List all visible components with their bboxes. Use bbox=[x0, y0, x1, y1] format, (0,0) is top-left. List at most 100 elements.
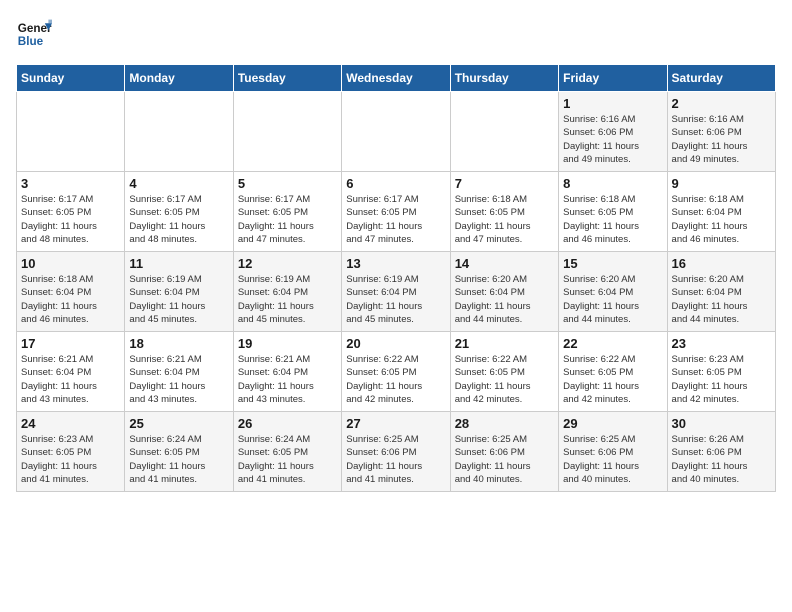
day-number: 7 bbox=[455, 176, 554, 191]
day-number: 26 bbox=[238, 416, 337, 431]
calendar-cell: 11 Sunrise: 6:19 AMSunset: 6:04 PMDayligh… bbox=[125, 252, 233, 332]
day-number: 22 bbox=[563, 336, 662, 351]
calendar-cell: 9 Sunrise: 6:18 AMSunset: 6:04 PMDaylight… bbox=[667, 172, 775, 252]
day-info: Sunrise: 6:16 AMSunset: 6:06 PMDaylight:… bbox=[672, 113, 771, 166]
calendar-cell bbox=[450, 92, 558, 172]
calendar-cell: 22 Sunrise: 6:22 AMSunset: 6:05 PMDayligh… bbox=[559, 332, 667, 412]
calendar-cell: 13Sunrise: 6:19 AMSunset: 6:04 PMDayligh… bbox=[342, 252, 450, 332]
weekday-header: Wednesday bbox=[342, 65, 450, 92]
day-info: Sunrise: 6:23 AMSunset: 6:05 PMDaylight:… bbox=[672, 353, 771, 406]
day-info: Sunrise: 6:20 AMSunset: 6:04 PMDaylight:… bbox=[455, 273, 554, 326]
calendar-cell: 2 Sunrise: 6:16 AMSunset: 6:06 PMDaylight… bbox=[667, 92, 775, 172]
calendar-cell: 28 Sunrise: 6:25 AMSunset: 6:06 PMDayligh… bbox=[450, 412, 558, 492]
logo: General Blue bbox=[16, 16, 52, 52]
day-number: 29 bbox=[563, 416, 662, 431]
weekday-header: Sunday bbox=[17, 65, 125, 92]
day-number: 21 bbox=[455, 336, 554, 351]
day-info: Sunrise: 6:22 AMSunset: 6:05 PMDaylight:… bbox=[563, 353, 662, 406]
day-info: Sunrise: 6:21 AMSunset: 6:04 PMDaylight:… bbox=[129, 353, 228, 406]
day-info: Sunrise: 6:25 AMSunset: 6:06 PMDaylight:… bbox=[563, 433, 662, 486]
weekday-header: Thursday bbox=[450, 65, 558, 92]
day-info: Sunrise: 6:17 AMSunset: 6:05 PMDaylight:… bbox=[21, 193, 120, 246]
day-number: 12 bbox=[238, 256, 337, 271]
day-number: 14 bbox=[455, 256, 554, 271]
day-number: 2 bbox=[672, 96, 771, 111]
calendar-cell: 3 Sunrise: 6:17 AMSunset: 6:05 PMDaylight… bbox=[17, 172, 125, 252]
day-info: Sunrise: 6:17 AMSunset: 6:05 PMDaylight:… bbox=[346, 193, 445, 246]
day-info: Sunrise: 6:20 AMSunset: 6:04 PMDaylight:… bbox=[563, 273, 662, 326]
day-info: Sunrise: 6:24 AMSunset: 6:05 PMDaylight:… bbox=[129, 433, 228, 486]
weekday-header: Friday bbox=[559, 65, 667, 92]
calendar-cell: 18 Sunrise: 6:21 AMSunset: 6:04 PMDayligh… bbox=[125, 332, 233, 412]
day-info: Sunrise: 6:21 AMSunset: 6:04 PMDaylight:… bbox=[21, 353, 120, 406]
calendar-cell bbox=[125, 92, 233, 172]
day-number: 16 bbox=[672, 256, 771, 271]
day-number: 1 bbox=[563, 96, 662, 111]
day-info: Sunrise: 6:25 AMSunset: 6:06 PMDaylight:… bbox=[346, 433, 445, 486]
day-number: 28 bbox=[455, 416, 554, 431]
day-info: Sunrise: 6:22 AMSunset: 6:05 PMDaylight:… bbox=[455, 353, 554, 406]
calendar-cell: 20Sunrise: 6:22 AMSunset: 6:05 PMDayligh… bbox=[342, 332, 450, 412]
calendar-cell: 23 Sunrise: 6:23 AMSunset: 6:05 PMDayligh… bbox=[667, 332, 775, 412]
calendar-cell: 15 Sunrise: 6:20 AMSunset: 6:04 PMDayligh… bbox=[559, 252, 667, 332]
day-number: 20 bbox=[346, 336, 445, 351]
day-number: 18 bbox=[129, 336, 228, 351]
weekday-header: Monday bbox=[125, 65, 233, 92]
day-number: 9 bbox=[672, 176, 771, 191]
day-info: Sunrise: 6:24 AMSunset: 6:05 PMDaylight:… bbox=[238, 433, 337, 486]
day-number: 17 bbox=[21, 336, 120, 351]
day-number: 13 bbox=[346, 256, 445, 271]
day-info: Sunrise: 6:17 AMSunset: 6:05 PMDaylight:… bbox=[129, 193, 228, 246]
day-info: Sunrise: 6:21 AMSunset: 6:04 PMDaylight:… bbox=[238, 353, 337, 406]
day-info: Sunrise: 6:20 AMSunset: 6:04 PMDaylight:… bbox=[672, 273, 771, 326]
day-number: 3 bbox=[21, 176, 120, 191]
calendar-cell: 6 Sunrise: 6:17 AMSunset: 6:05 PMDaylight… bbox=[342, 172, 450, 252]
calendar-cell: 30 Sunrise: 6:26 AMSunset: 6:06 PMDayligh… bbox=[667, 412, 775, 492]
calendar-cell: 4 Sunrise: 6:17 AMSunset: 6:05 PMDaylight… bbox=[125, 172, 233, 252]
day-info: Sunrise: 6:16 AMSunset: 6:06 PMDaylight:… bbox=[563, 113, 662, 166]
calendar-cell: 27 Sunrise: 6:25 AMSunset: 6:06 PMDayligh… bbox=[342, 412, 450, 492]
day-info: Sunrise: 6:23 AMSunset: 6:05 PMDaylight:… bbox=[21, 433, 120, 486]
calendar-cell: 5 Sunrise: 6:17 AMSunset: 6:05 PMDaylight… bbox=[233, 172, 341, 252]
calendar-cell bbox=[342, 92, 450, 172]
day-info: Sunrise: 6:18 AMSunset: 6:04 PMDaylight:… bbox=[672, 193, 771, 246]
day-number: 27 bbox=[346, 416, 445, 431]
day-number: 19 bbox=[238, 336, 337, 351]
day-info: Sunrise: 6:25 AMSunset: 6:06 PMDaylight:… bbox=[455, 433, 554, 486]
day-number: 8 bbox=[563, 176, 662, 191]
day-number: 5 bbox=[238, 176, 337, 191]
svg-text:Blue: Blue bbox=[18, 35, 44, 48]
calendar-cell: 8 Sunrise: 6:18 AMSunset: 6:05 PMDaylight… bbox=[559, 172, 667, 252]
day-number: 23 bbox=[672, 336, 771, 351]
day-info: Sunrise: 6:18 AMSunset: 6:05 PMDaylight:… bbox=[455, 193, 554, 246]
calendar-cell bbox=[233, 92, 341, 172]
weekday-header: Saturday bbox=[667, 65, 775, 92]
day-number: 30 bbox=[672, 416, 771, 431]
day-info: Sunrise: 6:19 AMSunset: 6:04 PMDaylight:… bbox=[129, 273, 228, 326]
day-info: Sunrise: 6:19 AMSunset: 6:04 PMDaylight:… bbox=[238, 273, 337, 326]
day-number: 24 bbox=[21, 416, 120, 431]
calendar-cell: 29 Sunrise: 6:25 AMSunset: 6:06 PMDayligh… bbox=[559, 412, 667, 492]
day-number: 25 bbox=[129, 416, 228, 431]
day-info: Sunrise: 6:26 AMSunset: 6:06 PMDaylight:… bbox=[672, 433, 771, 486]
page-header: General Blue bbox=[16, 16, 776, 52]
calendar-cell: 24 Sunrise: 6:23 AMSunset: 6:05 PMDayligh… bbox=[17, 412, 125, 492]
calendar-cell: 12 Sunrise: 6:19 AMSunset: 6:04 PMDayligh… bbox=[233, 252, 341, 332]
logo-icon: General Blue bbox=[16, 16, 52, 52]
day-number: 11 bbox=[129, 256, 228, 271]
day-info: Sunrise: 6:18 AMSunset: 6:05 PMDaylight:… bbox=[563, 193, 662, 246]
day-info: Sunrise: 6:17 AMSunset: 6:05 PMDaylight:… bbox=[238, 193, 337, 246]
calendar-cell: 16 Sunrise: 6:20 AMSunset: 6:04 PMDayligh… bbox=[667, 252, 775, 332]
calendar-cell bbox=[17, 92, 125, 172]
day-number: 4 bbox=[129, 176, 228, 191]
calendar-cell: 19 Sunrise: 6:21 AMSunset: 6:04 PMDayligh… bbox=[233, 332, 341, 412]
calendar-cell: 1 Sunrise: 6:16 AMSunset: 6:06 PMDaylight… bbox=[559, 92, 667, 172]
calendar-cell: 25 Sunrise: 6:24 AMSunset: 6:05 PMDayligh… bbox=[125, 412, 233, 492]
calendar-table: SundayMondayTuesdayWednesdayThursdayFrid… bbox=[16, 64, 776, 492]
weekday-header: Tuesday bbox=[233, 65, 341, 92]
calendar-cell: 7 Sunrise: 6:18 AMSunset: 6:05 PMDaylight… bbox=[450, 172, 558, 252]
day-number: 6 bbox=[346, 176, 445, 191]
day-number: 15 bbox=[563, 256, 662, 271]
calendar-cell: 14 Sunrise: 6:20 AMSunset: 6:04 PMDayligh… bbox=[450, 252, 558, 332]
calendar-cell: 26 Sunrise: 6:24 AMSunset: 6:05 PMDayligh… bbox=[233, 412, 341, 492]
